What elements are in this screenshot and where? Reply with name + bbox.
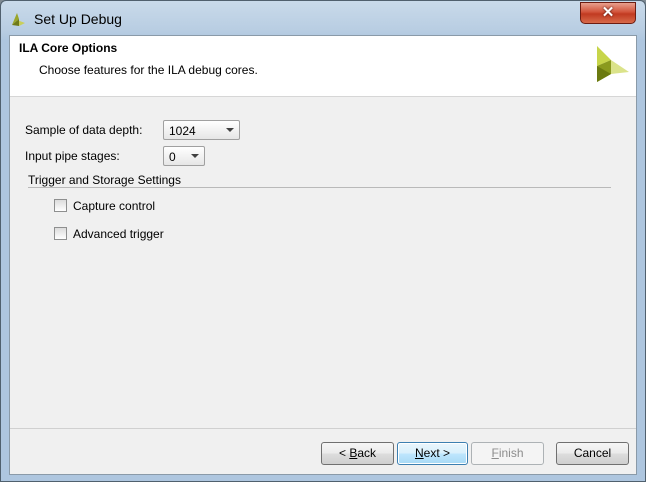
vivado-app-icon [12, 13, 25, 26]
capture-control-checkbox[interactable] [54, 199, 67, 212]
pipe-stages-combo[interactable]: 0 [163, 146, 205, 166]
vivado-logo-icon [597, 46, 629, 82]
section-divider [28, 187, 611, 188]
finish-rest: inish [498, 446, 524, 460]
finish-button[interactable]: Finish [471, 442, 544, 465]
advanced-trigger-label: Advanced trigger [73, 227, 164, 241]
title-bar[interactable]: Set Up Debug ✕ [1, 1, 645, 35]
capture-control-label: Capture control [73, 199, 156, 213]
setup-debug-dialog: Set Up Debug ✕ ILA Core Options Choose f… [0, 0, 646, 482]
back-button[interactable]: < Back [321, 442, 394, 465]
window-title: Set Up Debug [34, 11, 122, 27]
cancel-button[interactable]: Cancel [556, 442, 629, 465]
dialog-content: ILA Core Options Choose features for the… [9, 35, 637, 475]
pipe-stages-value: 0 [169, 150, 176, 164]
chevron-down-icon [191, 154, 199, 158]
next-button[interactable]: Next > [397, 442, 468, 465]
section-title: Trigger and Storage Settings [28, 173, 181, 187]
data-depth-value: 1024 [169, 124, 196, 138]
data-depth-combo[interactable]: 1024 [163, 120, 240, 140]
back-prefix: < [338, 446, 350, 460]
wizard-header: ILA Core Options Choose features for the… [10, 36, 636, 97]
footer-divider [10, 428, 636, 429]
pipe-stages-label: Input pipe stages: [25, 149, 120, 163]
next-mnemonic: N [414, 446, 424, 460]
close-button[interactable]: ✕ [580, 2, 636, 24]
chevron-down-icon [226, 128, 234, 132]
back-rest: ack [357, 446, 377, 460]
next-rest: ext > [423, 446, 451, 460]
page-subtitle: Choose features for the ILA debug cores. [39, 63, 258, 77]
page-title: ILA Core Options [19, 41, 118, 55]
finish-mnemonic: F [491, 446, 499, 460]
data-depth-label: Sample of data depth: [25, 123, 143, 137]
advanced-trigger-checkbox[interactable] [54, 227, 67, 240]
